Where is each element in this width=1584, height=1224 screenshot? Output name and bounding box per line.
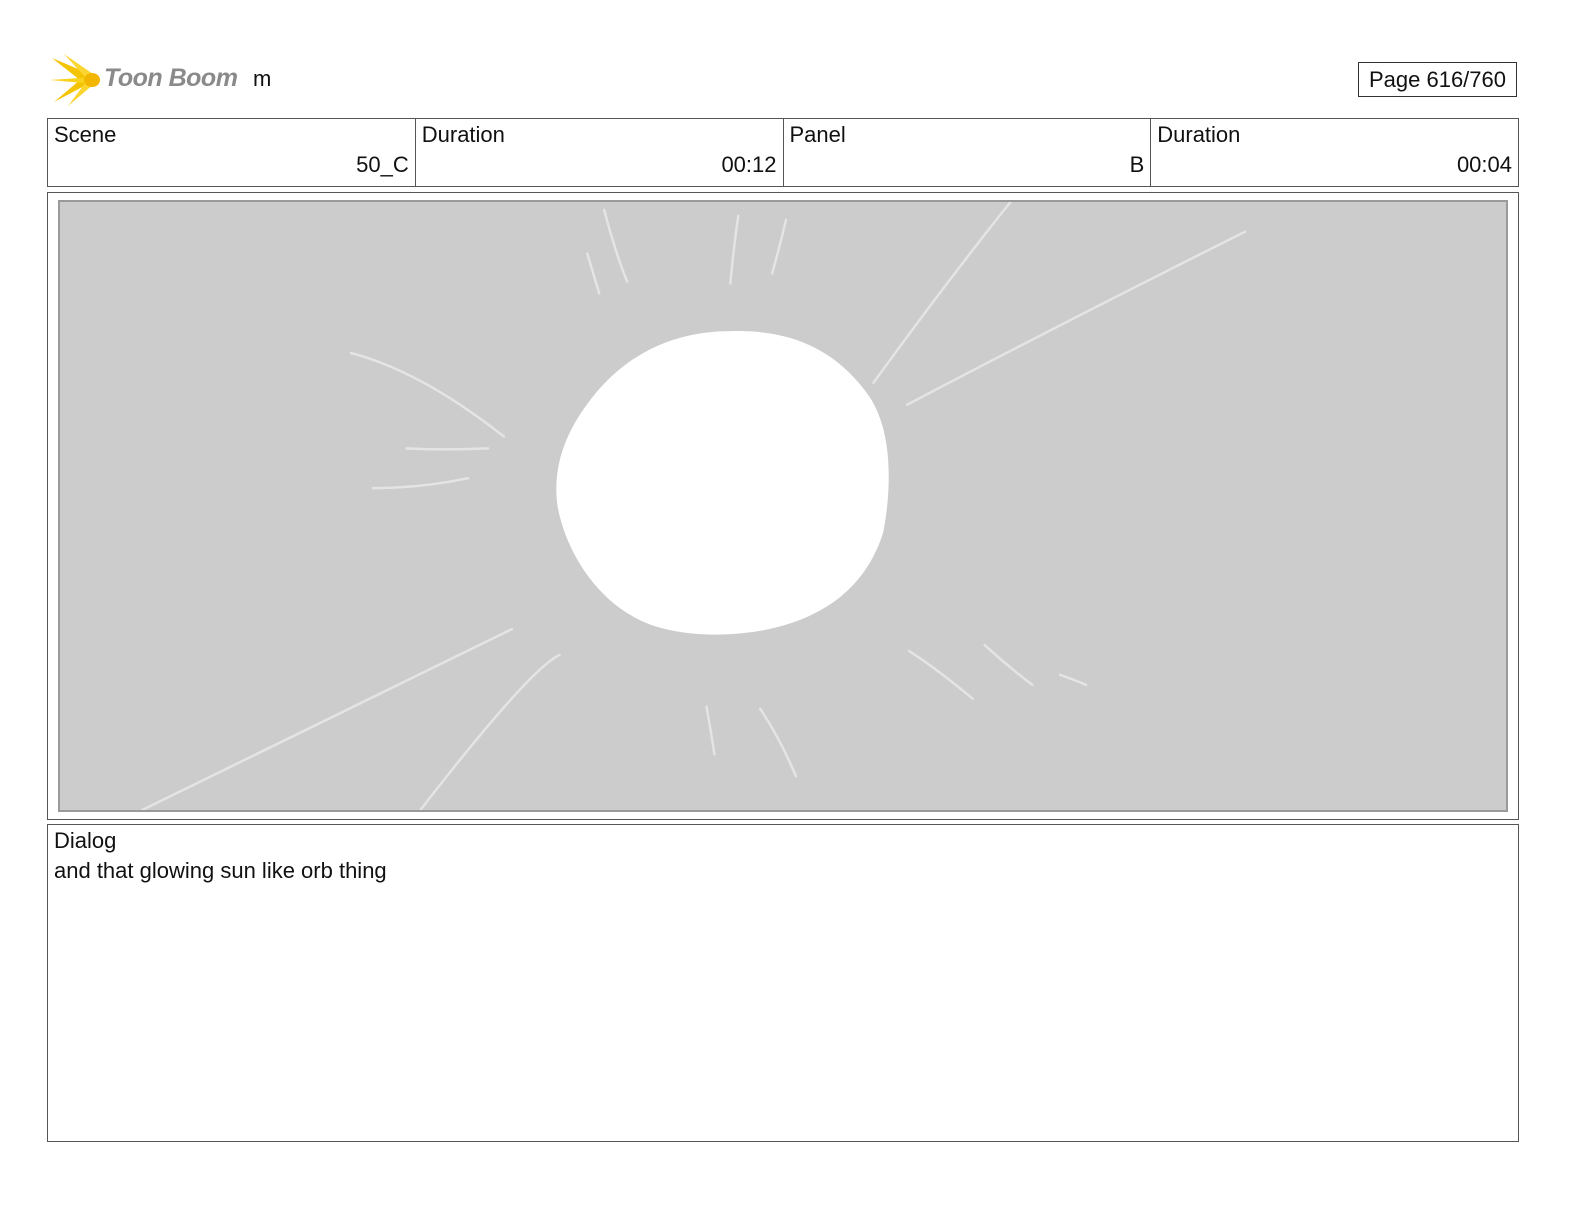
dialog-box: Dialog and that glowing sun like orb thi… xyxy=(47,824,1519,1142)
scene-duration-value: 00:12 xyxy=(721,152,777,177)
page-indicator: Page 616/760 xyxy=(1358,62,1517,97)
project-name: m xyxy=(253,66,272,91)
logo-wordmark: Toon Boom xyxy=(104,64,238,92)
panel-duration-cell: Duration 00:04 xyxy=(1151,119,1518,186)
sun-orb-sketch xyxy=(140,202,1247,810)
panel-value: B xyxy=(1129,152,1145,177)
dialog-text: and that glowing sun like orb thing xyxy=(54,858,387,883)
scene-cell: Scene 50_C xyxy=(48,119,416,186)
panel-label: Panel xyxy=(789,122,846,147)
panel-duration-value: 00:04 xyxy=(1456,152,1512,177)
panel-cell: Panel B xyxy=(784,119,1152,186)
scene-label: Scene xyxy=(54,122,117,147)
panel-duration-label: Duration xyxy=(1157,122,1241,147)
scene-value: 50_C xyxy=(356,152,409,177)
dialog-label: Dialog xyxy=(54,828,117,853)
scene-info-row: Scene 50_C Duration 00:12 Panel B Durati… xyxy=(47,118,1519,187)
scene-duration-label: Duration xyxy=(421,122,505,147)
scene-duration-cell: Duration 00:12 xyxy=(416,119,784,186)
glowing-orb xyxy=(556,331,889,635)
panel-frame xyxy=(47,192,1519,820)
panel-sketch xyxy=(58,200,1508,812)
